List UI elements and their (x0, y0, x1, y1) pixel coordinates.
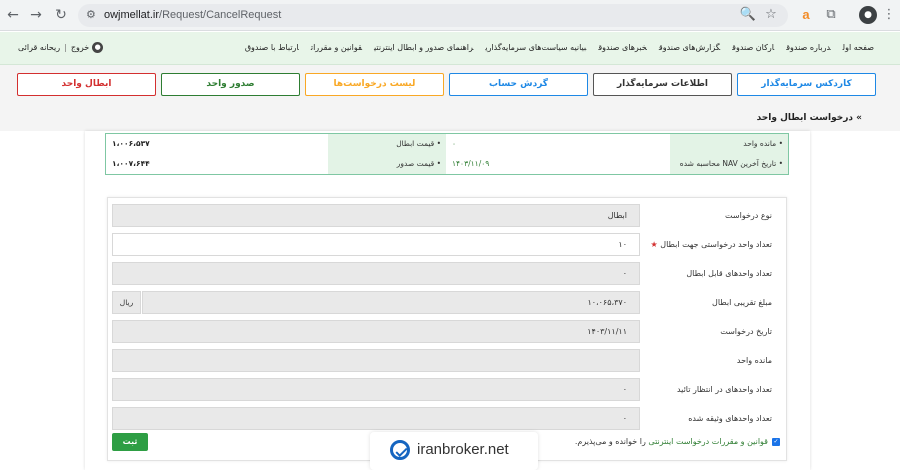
units-cancellable-label: تعداد واحدهای قابل ابطال (686, 269, 772, 278)
summary-cancel-price-value: ۱،۰۰۶،۵۳۷ (112, 139, 150, 148)
more-menu-icon[interactable]: ⋮ (880, 6, 898, 24)
row-pending-units: تعداد واحدهای در انتظار تائید ۰ (112, 378, 782, 401)
summary-issue-price-label: • قیمت صدور (328, 154, 446, 174)
agree-terms: ✓ قوانین و مقررات درخواست اینترنتی را خوا… (575, 437, 780, 446)
reload-icon[interactable]: ↻ (52, 6, 70, 24)
address-bar[interactable]: ⚙ owjmellat.ir/Request/CancelRequest (78, 4, 788, 27)
row-pledged-units: تعداد واحدهای وثیقه شده ۰ (112, 407, 782, 430)
tab-account-turnover[interactable]: گردش حساب (449, 73, 588, 96)
watermark-logo-icon (390, 440, 410, 460)
zoom-icon[interactable]: 🔍 (739, 6, 757, 24)
summary-remaining-label: • مانده واحد (670, 134, 788, 154)
pledged-units-field: ۰ (112, 407, 640, 430)
menu-pillars[interactable]: ارکان صندوق (732, 43, 774, 52)
pending-units-field: ۰ (112, 378, 640, 401)
forward-icon[interactable]: → (27, 6, 45, 24)
url-text[interactable]: owjmellat.ir/Request/CancelRequest (104, 9, 281, 21)
fund-summary-table: • مانده واحد ۰ • قیمت ابطال ۱،۰۰۶،۵۳۷ • … (105, 133, 789, 175)
request-date-label: تاریخ درخواست (720, 327, 772, 336)
summary-remaining-value: ۰ (452, 139, 457, 148)
pledged-units-label: تعداد واحدهای وثیقه شده (688, 414, 772, 423)
menu-about[interactable]: درباره صندوق (786, 43, 830, 52)
user-area: خروج|ریحانه قرائی ● (18, 42, 104, 53)
summary-cancel-price-label: • قیمت ابطال (328, 134, 446, 154)
approx-amount-label: مبلغ تقریبی ابطال (712, 298, 772, 307)
watermark-text: iranbroker.net (417, 441, 509, 458)
user-name[interactable]: ریحانه قرائی (18, 43, 60, 52)
bookmark-star-icon[interactable]: ☆ (762, 6, 780, 24)
cancel-request-form: نوع درخواست ابطال تعداد واحد درخواستی جه… (107, 197, 787, 461)
logout-link[interactable]: خروج (71, 43, 89, 52)
action-tabs: کاردکس سرمایه‌گذار اطلاعات سرمایه‌گذار گ… (0, 65, 900, 131)
tab-investor-info[interactable]: اطلاعات سرمایه‌گذار (593, 73, 732, 96)
breadcrumb: » درخواست ابطال واحد (756, 113, 862, 123)
menu-policy[interactable]: بیانیه سیاست‌های سرمایه‌گذاری (485, 43, 586, 52)
watermark: iranbroker.net (370, 432, 538, 470)
menu-rules[interactable]: قوانین و مقررات (311, 43, 362, 52)
agree-checkbox[interactable]: ✓ (772, 437, 780, 446)
pending-units-label: تعداد واحدهای در انتظار تائید (676, 385, 772, 394)
user-icon: ● (92, 42, 104, 53)
menu-reports[interactable]: گزارش‌های صندوق (659, 43, 720, 52)
request-type-label: نوع درخواست (725, 211, 772, 220)
extensions-puzzle-icon[interactable]: ⧉ (822, 6, 840, 24)
extension-a-icon[interactable]: a (797, 6, 815, 24)
menu-home[interactable]: صفحه اول (843, 43, 874, 52)
site-header: صفحه اول درباره صندوق ارکان صندوق گزارش‌های… (0, 32, 900, 65)
tab-request-list[interactable]: لیست درخواست‌ها (305, 73, 444, 96)
chevron-right-icon: » (853, 113, 862, 123)
units-requested-label: تعداد واحد درخواستی جهت ابطال ★ (650, 240, 772, 249)
units-cancellable-field: ۰ (112, 262, 640, 285)
row-units-requested: تعداد واحد درخواستی جهت ابطال ★ ۱۰ (112, 233, 782, 256)
site-info-icon[interactable]: ⚙ (86, 8, 96, 21)
units-requested-input[interactable]: ۱۰ (112, 233, 640, 256)
menu-contact[interactable]: ارتباط با صندوق (245, 43, 299, 52)
menu-guide[interactable]: راهنمای صدور و ابطال اینترنتی (374, 43, 473, 52)
row-units-cancellable: تعداد واحدهای قابل ابطال ۰ (112, 262, 782, 285)
browser-toolbar: ← → ↻ ⚙ owjmellat.ir/Request/CancelReque… (0, 0, 900, 31)
approx-amount-field: ۱۰،۰۶۵،۳۷۰ (142, 291, 640, 314)
required-star-icon: ★ (650, 240, 658, 249)
submit-button[interactable]: ثبت (112, 433, 148, 451)
summary-nav-date-label: • تاریخ آخرین NAV محاسبه شده (670, 154, 788, 174)
tab-issue[interactable]: صدور واحد (161, 73, 300, 96)
main-content: • مانده واحد ۰ • قیمت ابطال ۱،۰۰۶،۵۳۷ • … (85, 131, 810, 470)
request-date-field: ۱۴۰۳/۱۱/۱۱ (112, 320, 640, 343)
row-remaining-units: مانده واحد (112, 349, 782, 372)
row-request-date: تاریخ درخواست ۱۴۰۳/۱۱/۱۱ (112, 320, 782, 343)
profile-avatar-icon[interactable]: ● (859, 6, 877, 24)
back-icon[interactable]: ← (4, 6, 22, 24)
remaining-units-label: مانده واحد (736, 356, 772, 365)
terms-link[interactable]: قوانین و مقررات درخواست اینترنتی (648, 437, 768, 446)
summary-nav-date-value: ۱۴۰۳/۱۱/۰۹ (452, 159, 490, 168)
row-request-type: نوع درخواست ابطال (112, 204, 782, 227)
menu-news[interactable]: خبرهای صندوق (598, 43, 647, 52)
main-menu: صفحه اول درباره صندوق ارکان صندوق گزارش‌های… (233, 43, 874, 52)
tab-cancel[interactable]: ابطال واحد (17, 73, 156, 96)
agree-text: را خوانده و می‌پذیرم. (574, 437, 646, 446)
request-type-field: ابطال (112, 204, 640, 227)
remaining-units-field (112, 349, 640, 372)
tab-cardex[interactable]: کاردکس سرمایه‌گذار (737, 73, 876, 96)
currency-unit: ریال (112, 291, 141, 314)
summary-issue-price-value: ۱،۰۰۷،۶۴۴ (112, 159, 150, 168)
row-approx-amount: مبلغ تقریبی ابطال ۱۰،۰۶۵،۳۷۰ ریال (112, 291, 782, 314)
